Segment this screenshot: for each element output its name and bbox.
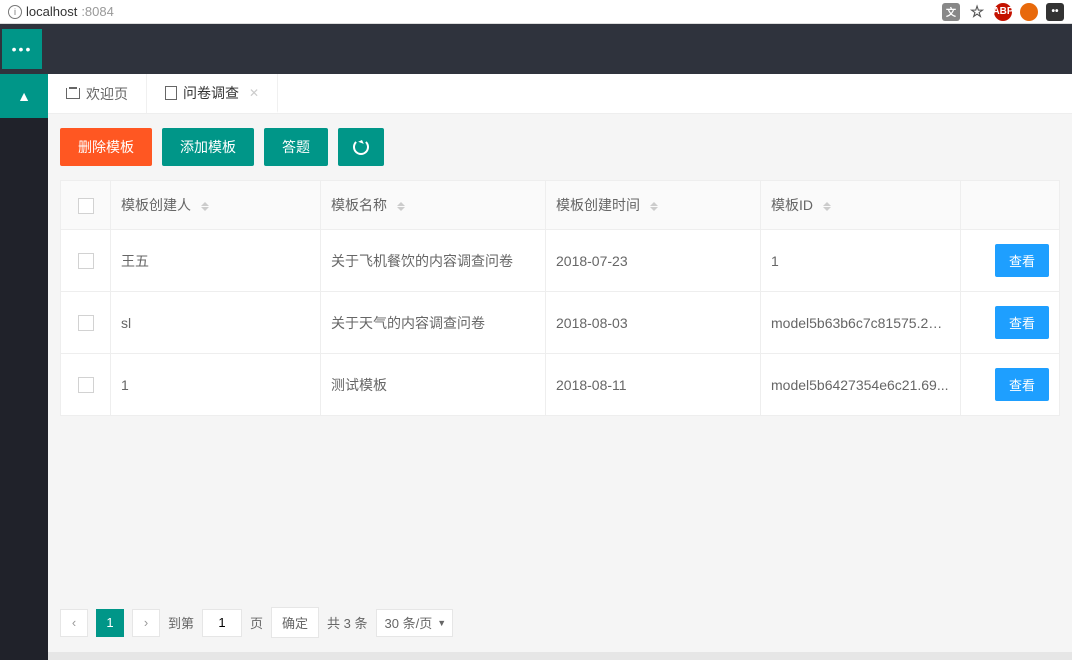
toolbar: 删除模板 添加模板 答题 xyxy=(48,114,1072,180)
url-port: :8084 xyxy=(81,4,114,19)
cell-creator: 1 xyxy=(111,354,321,416)
cell-name: 测试模板 xyxy=(321,354,546,416)
row-checkbox[interactable] xyxy=(78,315,94,331)
view-button[interactable]: 查看 xyxy=(995,244,1049,277)
document-icon xyxy=(165,86,177,100)
total-count: 共 3 条 xyxy=(327,613,367,632)
header-time-label: 模板创建时间 xyxy=(556,197,640,213)
goto-suffix: 页 xyxy=(250,613,263,632)
browser-address-bar: i localhost :8084 文 ☆ ABP •• xyxy=(0,0,1072,24)
refresh-icon xyxy=(353,139,369,155)
page-number-1[interactable]: 1 xyxy=(96,609,124,637)
per-page-select[interactable]: 30 条/页 xyxy=(376,609,454,637)
menu-toggle-button[interactable]: ••• xyxy=(2,29,42,69)
page-prev-button[interactable]: ‹ xyxy=(60,609,88,637)
goto-prefix: 到第 xyxy=(168,613,194,632)
header-time[interactable]: 模板创建时间 xyxy=(546,181,761,230)
cell-name: 关于飞机餐饮的内容调查问卷 xyxy=(321,230,546,292)
sort-icon xyxy=(397,202,405,211)
cell-creator: sl xyxy=(111,292,321,354)
info-icon: i xyxy=(8,5,22,19)
per-page-value: 30 条/页 xyxy=(385,613,433,632)
tab-welcome[interactable]: 欢迎页 xyxy=(48,74,147,113)
pagination: ‹ 1 › 到第 页 确定 共 3 条 30 条/页 xyxy=(48,593,1072,652)
tab-close-icon[interactable]: ✕ xyxy=(249,86,259,100)
cell-time: 2018-08-03 xyxy=(546,292,761,354)
tab-survey-label: 问卷调查 xyxy=(183,83,239,103)
tab-welcome-label: 欢迎页 xyxy=(86,84,128,104)
cell-id: 1 xyxy=(761,230,961,292)
sort-icon xyxy=(201,202,209,211)
goto-confirm-button[interactable]: 确定 xyxy=(271,607,319,638)
app-header: ••• xyxy=(0,24,1072,74)
extension-dark-icon[interactable]: •• xyxy=(1046,3,1064,21)
cell-id: model5b63b6c7c81575.262... xyxy=(761,292,961,354)
sort-icon xyxy=(650,202,658,211)
adblock-extension-icon[interactable]: ABP xyxy=(994,3,1012,21)
table-row: 1测试模板2018-08-11model5b6427354e6c21.69...… xyxy=(61,354,1060,416)
url-host: localhost xyxy=(26,4,77,19)
select-all-checkbox[interactable] xyxy=(78,198,94,214)
header-name[interactable]: 模板名称 xyxy=(321,181,546,230)
footer-divider xyxy=(48,652,1072,660)
cell-name: 关于天气的内容调查问卷 xyxy=(321,292,546,354)
sidebar: ▲ xyxy=(0,74,48,660)
view-button[interactable]: 查看 xyxy=(995,306,1049,339)
translate-extension-icon[interactable]: 文 xyxy=(942,3,960,21)
tab-survey[interactable]: 问卷调查 ✕ xyxy=(147,74,278,113)
header-checkbox-col xyxy=(61,181,111,230)
table-row: sl关于天气的内容调查问卷2018-08-03model5b63b6c7c815… xyxy=(61,292,1060,354)
bookmark-star-icon[interactable]: ☆ xyxy=(968,3,986,21)
header-id[interactable]: 模板ID xyxy=(761,181,961,230)
cell-time: 2018-07-23 xyxy=(546,230,761,292)
header-creator[interactable]: 模板创建人 xyxy=(111,181,321,230)
cell-time: 2018-08-11 xyxy=(546,354,761,416)
goto-page-input[interactable] xyxy=(202,609,242,637)
table-row: 王五关于飞机餐饮的内容调查问卷2018-07-231 查看 xyxy=(61,230,1060,292)
sidebar-home-button[interactable]: ▲ xyxy=(0,74,48,118)
template-table: 模板创建人 模板名称 模板创建时间 模板ID xyxy=(60,180,1060,416)
header-name-label: 模板名称 xyxy=(331,197,387,213)
add-template-button[interactable]: 添加模板 xyxy=(162,128,254,166)
row-checkbox[interactable] xyxy=(78,377,94,393)
cell-id: model5b6427354e6c21.69... xyxy=(761,354,961,416)
refresh-button[interactable] xyxy=(338,128,384,166)
header-action xyxy=(961,181,1060,230)
delete-template-button[interactable]: 删除模板 xyxy=(60,128,152,166)
home-icon xyxy=(66,88,80,99)
sort-icon xyxy=(823,202,831,211)
cell-creator: 王五 xyxy=(111,230,321,292)
tab-bar: 欢迎页 问卷调查 ✕ xyxy=(48,74,1072,114)
extension-orange-icon[interactable] xyxy=(1020,3,1038,21)
answer-button[interactable]: 答题 xyxy=(264,128,328,166)
row-checkbox[interactable] xyxy=(78,253,94,269)
header-id-label: 模板ID xyxy=(771,197,813,213)
view-button[interactable]: 查看 xyxy=(995,368,1049,401)
header-creator-label: 模板创建人 xyxy=(121,197,191,213)
page-next-button[interactable]: › xyxy=(132,609,160,637)
dots-icon: ••• xyxy=(12,41,33,57)
